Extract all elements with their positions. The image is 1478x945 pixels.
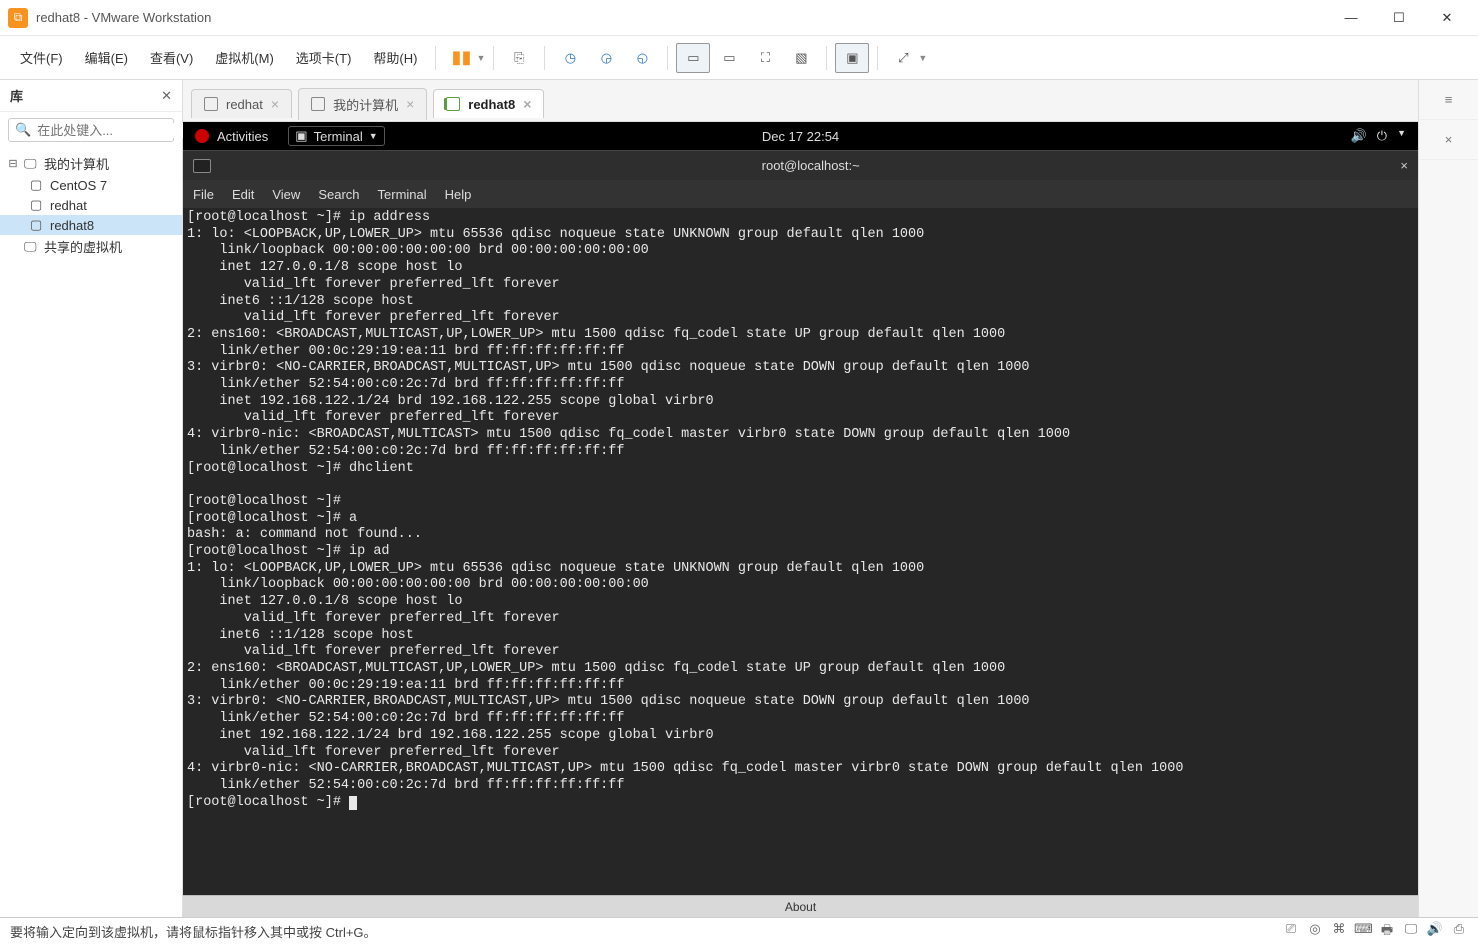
device-icon[interactable]: ⌨ xyxy=(1354,921,1372,943)
vm-icon: ▢ xyxy=(30,197,46,213)
library-title: 库 xyxy=(10,86,161,105)
window-title: redhat8 - VMware Workstation xyxy=(36,10,1328,25)
shared-icon: 🖵 xyxy=(24,239,40,255)
menu-view[interactable]: 查看(V) xyxy=(140,44,203,71)
activities-button[interactable]: Activities xyxy=(217,129,268,144)
device-icon[interactable]: 🔊 xyxy=(1426,921,1444,943)
volume-icon[interactable]: 🔊 xyxy=(1351,128,1367,144)
cursor xyxy=(349,796,357,810)
power-icon[interactable]: ⏻ xyxy=(1377,128,1387,144)
menu-file[interactable]: 文件(F) xyxy=(10,44,73,71)
vm-footer[interactable]: About xyxy=(183,895,1418,917)
view-fullscreen-button[interactable]: ⛶ xyxy=(748,43,782,73)
dropdown-icon[interactable]: ▼ xyxy=(918,53,927,63)
snapshot-revert-button[interactable]: ◶ xyxy=(589,43,623,73)
term-menu-help[interactable]: Help xyxy=(445,187,472,202)
menu-tabs[interactable]: 选项卡(T) xyxy=(286,44,362,71)
close-tab-icon[interactable]: × xyxy=(406,96,414,112)
menu-help[interactable]: 帮助(H) xyxy=(363,44,427,71)
tab-bar: redhat × 我的计算机 × redhat8 × xyxy=(183,80,1418,122)
snapshot-manage-button[interactable]: ◵ xyxy=(625,43,659,73)
device-icon[interactable]: ⎚ xyxy=(1282,921,1300,943)
menu-vm[interactable]: 虚拟机(M) xyxy=(205,44,284,71)
term-menu-file[interactable]: File xyxy=(193,187,214,202)
separator xyxy=(826,46,827,70)
library-panel: 库 ✕ 🔍 ▼ ⊟ 🖵 我的计算机 ▢ CentOS 7 ▢ redhat ▢ xyxy=(0,80,183,917)
library-tree: ⊟ 🖵 我的计算机 ▢ CentOS 7 ▢ redhat ▢ redhat8 … xyxy=(0,148,182,262)
dropdown-icon[interactable]: ▼ xyxy=(476,53,485,63)
vm-tab-icon xyxy=(204,97,218,111)
term-menu-edit[interactable]: Edit xyxy=(232,187,254,202)
vmware-logo-icon: ⧉ xyxy=(8,8,28,28)
tab-redhat8[interactable]: redhat8 × xyxy=(433,89,544,118)
terminal-close-icon[interactable]: × xyxy=(1400,158,1408,173)
search-icon: 🔍 xyxy=(15,122,31,138)
tree-root-mycomputer[interactable]: ⊟ 🖵 我的计算机 xyxy=(0,152,182,175)
pause-button[interactable]: ▮▮ xyxy=(444,43,478,73)
minimize-button[interactable]: ― xyxy=(1328,3,1374,33)
term-menu-terminal[interactable]: Terminal xyxy=(378,187,427,202)
gnome-top-bar: Activities ▣ Terminal ▼ Dec 17 22:54 🔊 ⏻… xyxy=(183,122,1418,150)
expand-button[interactable]: ⤢ xyxy=(886,43,920,73)
separator xyxy=(493,46,494,70)
chevron-down-icon[interactable]: ▼ xyxy=(1397,128,1406,144)
separator xyxy=(435,46,436,70)
redhat-logo-icon xyxy=(195,129,209,143)
tab-mycomputer[interactable]: 我的计算机 × xyxy=(298,88,427,120)
device-icon[interactable]: 🖶 xyxy=(1378,921,1396,943)
term-menu-view[interactable]: View xyxy=(272,187,300,202)
terminal-title: root@localhost:~ xyxy=(221,158,1400,173)
list-icon[interactable]: ≡ xyxy=(1419,80,1478,120)
device-icon[interactable]: ⎙ xyxy=(1450,921,1468,943)
terminal-icon: ▣ xyxy=(295,128,307,144)
monitor-icon: 🖵 xyxy=(24,156,40,172)
tab-redhat[interactable]: redhat × xyxy=(191,89,292,118)
terminal-titlebar: root@localhost:~ × xyxy=(183,150,1418,180)
snapshot-take-button[interactable]: ◷ xyxy=(553,43,587,73)
menu-bar: 文件(F) 编辑(E) 查看(V) 虚拟机(M) 选项卡(T) 帮助(H) ▮▮… xyxy=(0,36,1478,80)
side-extras: ≡ × xyxy=(1418,80,1478,917)
status-bar: 要将输入定向到该虚拟机，请将鼠标指针移入其中或按 Ctrl+G。 ⎚ ◎ ⌘ ⌨… xyxy=(0,917,1478,945)
title-bar: ⧉ redhat8 - VMware Workstation ― ☐ ✕ xyxy=(0,0,1478,36)
terminal-window-icon xyxy=(193,159,211,173)
snapshot-button[interactable]: ⎘ xyxy=(502,43,536,73)
tree-item-centos7[interactable]: ▢ CentOS 7 xyxy=(0,175,182,195)
tree-shared-vms[interactable]: 🖵 共享的虚拟机 xyxy=(0,235,182,258)
close-tab-icon[interactable]: × xyxy=(523,96,531,112)
vm-icon: ▢ xyxy=(30,177,46,193)
view-console-button[interactable]: ▭ xyxy=(676,43,710,73)
clock[interactable]: Dec 17 22:54 xyxy=(762,129,839,144)
close-panel-icon[interactable]: ✕ xyxy=(161,88,172,104)
home-tab-icon xyxy=(311,97,325,111)
app-menu-terminal[interactable]: ▣ Terminal ▼ xyxy=(288,126,384,146)
tree-item-redhat8[interactable]: ▢ redhat8 xyxy=(0,215,182,235)
device-icon[interactable]: ⌘ xyxy=(1330,921,1348,943)
status-hint: 要将输入定向到该虚拟机，请将鼠标指针移入其中或按 Ctrl+G。 xyxy=(10,922,377,941)
device-icon[interactable]: 🖵 xyxy=(1402,921,1420,943)
vm-icon: ▢ xyxy=(30,217,46,233)
menu-edit[interactable]: 编辑(E) xyxy=(75,44,138,71)
separator xyxy=(877,46,878,70)
vm-console[interactable]: Activities ▣ Terminal ▼ Dec 17 22:54 🔊 ⏻… xyxy=(183,122,1418,917)
close-tab-icon[interactable]: × xyxy=(271,96,279,112)
close-button[interactable]: ✕ xyxy=(1424,3,1470,33)
close-extra-icon[interactable]: × xyxy=(1419,120,1478,160)
console-icon[interactable]: ▣ xyxy=(835,43,869,73)
device-icon[interactable]: ◎ xyxy=(1306,921,1324,943)
view-stretch-button[interactable]: ▭ xyxy=(712,43,746,73)
terminal-output[interactable]: [root@localhost ~]# ip address 1: lo: <L… xyxy=(183,208,1418,895)
view-unity-button[interactable]: ▧ xyxy=(784,43,818,73)
term-menu-search[interactable]: Search xyxy=(318,187,359,202)
terminal-menubar: File Edit View Search Terminal Help xyxy=(183,180,1418,208)
separator xyxy=(667,46,668,70)
library-search[interactable]: 🔍 ▼ xyxy=(8,118,174,142)
maximize-button[interactable]: ☐ xyxy=(1376,3,1422,33)
tree-item-redhat[interactable]: ▢ redhat xyxy=(0,195,182,215)
vm-tab-icon xyxy=(446,97,460,111)
status-icons: ⎚ ◎ ⌘ ⌨ 🖶 🖵 🔊 ⎙ xyxy=(1282,921,1468,943)
collapse-icon[interactable]: ⊟ xyxy=(6,157,20,170)
chevron-down-icon: ▼ xyxy=(369,131,378,141)
separator xyxy=(544,46,545,70)
